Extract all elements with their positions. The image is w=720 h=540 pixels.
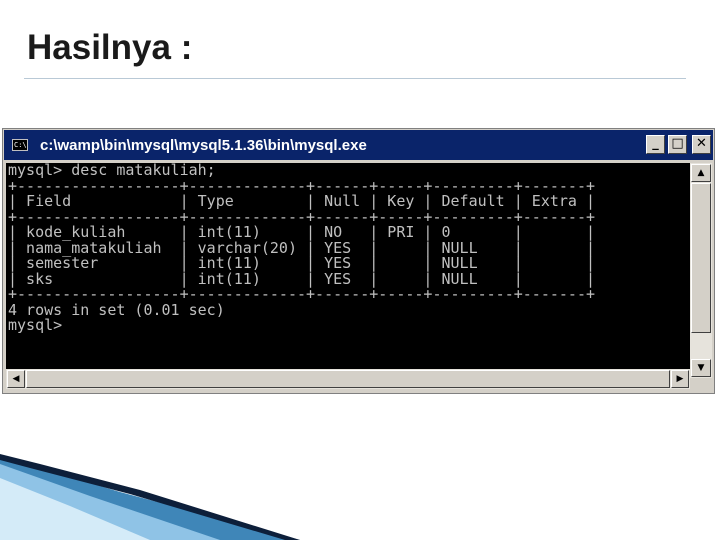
slide-corner-decoration	[0, 454, 300, 540]
console-prompt[interactable]: mysql>	[6, 317, 690, 334]
console-line: 4 rows in set (0.01 sec)	[8, 300, 225, 319]
slide-title: Hasilnya :	[27, 28, 193, 67]
horizontal-scrollbar[interactable]: ◀ ▶	[6, 369, 690, 389]
console-app-icon[interactable]: C:\	[12, 139, 28, 151]
close-button[interactable]: ✕	[692, 135, 711, 154]
maximize-button[interactable]: □	[668, 135, 687, 154]
window-title: c:\wamp\bin\mysql\mysql5.1.36\bin\mysql.…	[40, 137, 367, 154]
title-underline	[24, 78, 686, 79]
scroll-right-icon[interactable]: ▶	[671, 370, 689, 388]
vertical-scrollbar[interactable]: ▲ ▼	[690, 163, 712, 378]
window-titlebar[interactable]: C:\ c:\wamp\bin\mysql\mysql5.1.36\bin\my…	[4, 130, 713, 160]
scroll-down-icon[interactable]: ▼	[691, 359, 711, 377]
horizontal-scroll-thumb[interactable]	[26, 370, 670, 388]
console-output[interactable]: mysql> desc matakuliah; +---------------…	[6, 163, 690, 378]
scroll-up-icon[interactable]: ▲	[691, 164, 711, 182]
minimize-button[interactable]: _	[646, 135, 665, 154]
vertical-scroll-thumb[interactable]	[691, 183, 711, 333]
console-window[interactable]: C:\ c:\wamp\bin\mysql\mysql5.1.36\bin\my…	[2, 128, 715, 394]
scroll-left-icon[interactable]: ◀	[7, 370, 25, 388]
